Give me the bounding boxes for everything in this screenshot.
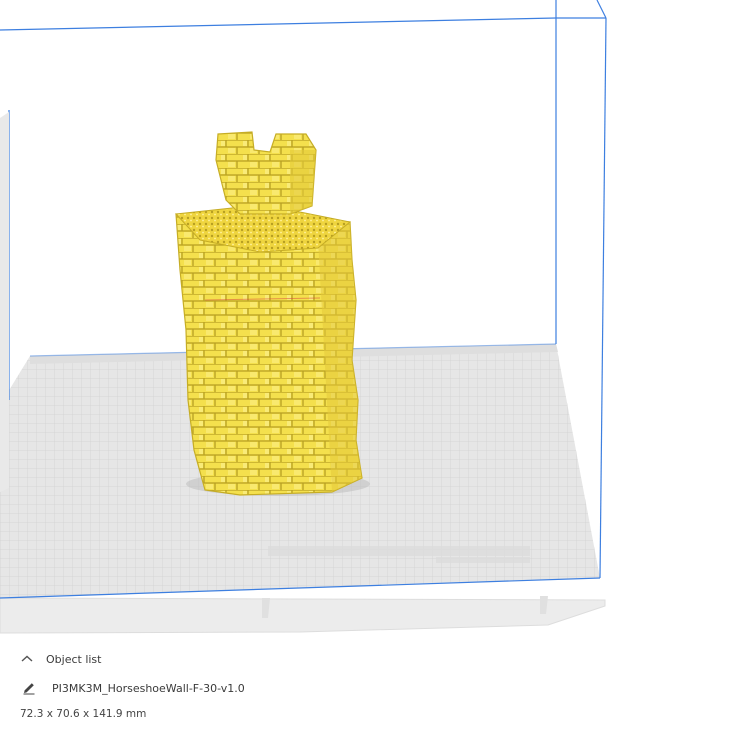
dimensions-text: 72.3 x 70.6 x 141.9 mm — [20, 708, 147, 720]
chevron-up-icon[interactable] — [18, 652, 36, 666]
object-list-panel: Object list PI3MK3M_HorseshoeWall-F-30-v… — [0, 640, 738, 733]
plate-logo-strip — [268, 546, 530, 556]
object-dimensions: 72.3 x 70.6 x 141.9 mm — [20, 708, 146, 720]
pencil-icon[interactable] — [22, 681, 36, 695]
plate-logo-strip-2 — [436, 557, 530, 563]
3d-viewport[interactable] — [0, 0, 738, 640]
left-side-panel — [0, 112, 9, 492]
tower-battlement-shade — [290, 150, 316, 214]
object-list-item[interactable]: PI3MK3M_HorseshoeWall-F-30-v1.0 — [22, 681, 245, 695]
object-list-header[interactable]: Object list — [18, 652, 101, 666]
object-list-label: Object list — [46, 652, 102, 666]
object-name: PI3MK3M_HorseshoeWall-F-30-v1.0 — [52, 681, 245, 695]
